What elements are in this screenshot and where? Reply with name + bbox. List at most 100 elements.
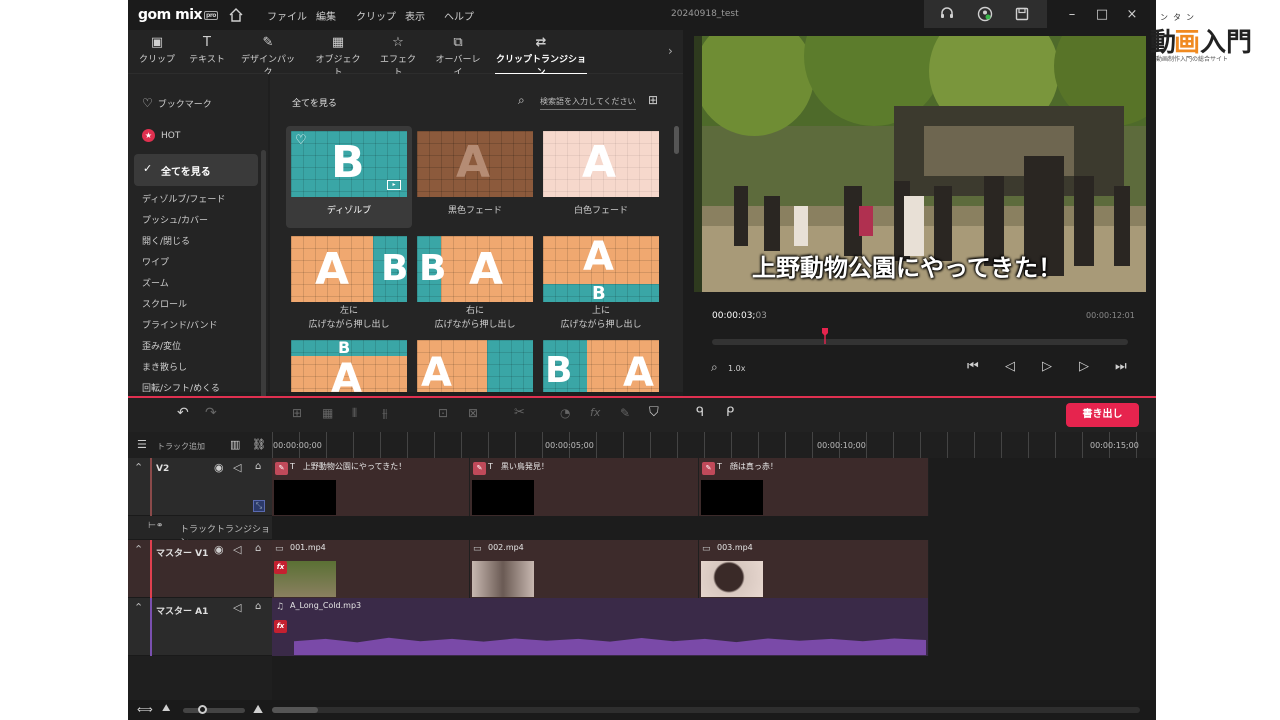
category-item[interactable]: 開く/閉じる: [142, 234, 190, 247]
crop-icon[interactable]: ⊡: [438, 406, 448, 420]
skip-end-icon[interactable]: ⏭: [1115, 359, 1127, 374]
mute-icon[interactable]: ◁: [233, 543, 241, 556]
category-item[interactable]: ディゾルブ/フェード: [142, 192, 225, 205]
collapse-icon[interactable]: ⌃: [134, 601, 143, 614]
save-icon[interactable]: [1014, 6, 1030, 22]
next-frame-icon[interactable]: ▷: [1079, 359, 1089, 374]
prev-frame-icon[interactable]: ◁: [1005, 359, 1015, 374]
speed-icon[interactable]: ◔: [560, 406, 570, 420]
transition-item-dissolve[interactable]: B ♡ ▸ ディゾルブ: [286, 126, 412, 228]
tab-effect[interactable]: ☆ エフェクト: [379, 34, 417, 78]
clip-grid-icon[interactable]: ▦: [322, 406, 333, 420]
menu-clip[interactable]: クリップ: [356, 8, 396, 23]
push-right-thumbnail[interactable]: B A: [417, 236, 533, 302]
wipe-thumbnail[interactable]: A: [417, 340, 533, 392]
tab-overlay[interactable]: ⧉ オーバーレイ: [435, 34, 481, 78]
fit-icon[interactable]: ⟺: [137, 703, 153, 716]
visibility-icon[interactable]: ◉: [214, 461, 224, 474]
lock-icon[interactable]: ⌂: [255, 461, 261, 472]
cover-thumbnail[interactable]: B A: [291, 340, 407, 392]
category-item[interactable]: ワイプ: [142, 255, 169, 268]
category-bookmark[interactable]: ♡ ブックマーク: [142, 96, 212, 110]
add-track-icon[interactable]: ☰: [137, 438, 147, 451]
grid-scrollbar[interactable]: [674, 126, 679, 154]
video-clip[interactable]: ▭ 003.mp4: [699, 540, 929, 598]
zoom-slider-thumb[interactable]: [198, 705, 207, 714]
zoom-slider[interactable]: [183, 708, 245, 713]
search-input[interactable]: 検索語を入力してください。: [540, 96, 636, 110]
undo-icon[interactable]: ↶: [177, 405, 189, 421]
skip-start-icon[interactable]: ⏮: [967, 359, 979, 374]
timeline-scroll-thumb[interactable]: [272, 707, 318, 713]
maximize-icon[interactable]: □: [1094, 7, 1110, 23]
account-icon[interactable]: [977, 6, 993, 22]
video-clip[interactable]: ▭ 002.mp4: [470, 540, 699, 598]
frame-icon[interactable]: ⊠: [468, 406, 478, 420]
category-item[interactable]: まき散らし: [142, 360, 187, 373]
tab-design-pack[interactable]: ✎ デザインパック: [240, 34, 296, 78]
marker-right-icon[interactable]: ᑭ: [726, 405, 734, 420]
category-item[interactable]: プッシュ/カバー: [142, 213, 208, 226]
minimize-icon[interactable]: –: [1064, 7, 1080, 23]
menu-help[interactable]: ヘルプ: [444, 8, 474, 23]
audio-clip[interactable]: ♫ A_Long_Cold.mp3 fx: [272, 598, 929, 656]
bookmark-heart-icon[interactable]: ♡: [295, 133, 307, 148]
menu-edit[interactable]: 編集: [316, 8, 336, 23]
split-icon[interactable]: ⫴: [352, 406, 357, 421]
support-icon[interactable]: [939, 6, 955, 22]
black-fade-thumbnail[interactable]: A: [417, 131, 533, 197]
track-option-icon[interactable]: ⤡: [253, 500, 265, 512]
category-hot[interactable]: ★ HOT: [142, 129, 180, 142]
close-icon[interactable]: ×: [1124, 7, 1140, 23]
track-transition-row[interactable]: ⊢⚭ トラックトランジション: [128, 516, 272, 548]
lock-icon[interactable]: ⌂: [255, 543, 261, 554]
track-settings-icon[interactable]: ▥: [230, 438, 240, 451]
text-clip[interactable]: ✎ T 顔は真っ赤！: [699, 458, 929, 516]
category-item[interactable]: スクロール: [142, 297, 187, 310]
visibility-icon[interactable]: ◉: [214, 543, 224, 556]
search-icon[interactable]: ⌕: [518, 93, 525, 108]
lock-icon[interactable]: ⌂: [255, 601, 261, 612]
menu-file[interactable]: ファイル: [267, 8, 307, 23]
preview-icon[interactable]: ▸: [387, 180, 401, 190]
marker-left-icon[interactable]: ᑫ: [696, 405, 704, 420]
merge-icon[interactable]: ⫵: [382, 406, 388, 421]
pen-icon[interactable]: ✎: [620, 406, 630, 420]
zoom-in-icon[interactable]: ⛰: [253, 702, 263, 717]
timeline-scrollbar[interactable]: [272, 707, 1140, 713]
export-button[interactable]: 書き出し: [1066, 403, 1139, 427]
home-icon[interactable]: [227, 6, 245, 24]
playhead-marker[interactable]: [822, 328, 828, 344]
grid-view-icon[interactable]: ⊞: [648, 93, 658, 107]
add-track-label[interactable]: トラック追加: [157, 441, 205, 452]
category-all[interactable]: ✓ 全てを見る: [134, 154, 258, 186]
fx-icon[interactable]: fx: [590, 406, 600, 419]
zoom-icon[interactable]: ⌕: [711, 360, 718, 375]
mute-icon[interactable]: ◁: [233, 601, 241, 614]
menu-view[interactable]: 表示: [405, 8, 425, 23]
tab-object[interactable]: ▦ オブジェクト: [314, 34, 362, 78]
add-clip-icon[interactable]: ⊞: [292, 406, 302, 420]
shield-icon[interactable]: ⛉: [649, 405, 659, 420]
play-icon[interactable]: ▷: [1042, 359, 1052, 374]
tab-text[interactable]: T テキスト: [189, 34, 225, 72]
cut-icon[interactable]: ✂: [514, 405, 525, 420]
push-up-thumbnail[interactable]: A B: [543, 236, 659, 302]
mute-icon[interactable]: ◁: [233, 461, 241, 474]
video-preview[interactable]: 上野動物公園にやってきた！: [694, 36, 1146, 292]
collapse-icon[interactable]: ⌃: [134, 461, 143, 474]
tabs-next-icon[interactable]: ›: [668, 44, 673, 58]
text-clip[interactable]: ✎ T 黒い鳥発見！: [470, 458, 699, 516]
category-item[interactable]: ブラインド/バンド: [142, 318, 217, 331]
seek-bar[interactable]: [712, 339, 1128, 345]
timeline-ruler[interactable]: ☰ トラック追加 ▥ ⛓ 00:00:00;00 00:00:05;00 00:…: [128, 432, 1156, 458]
redo-icon[interactable]: ↷: [205, 405, 217, 421]
white-fade-thumbnail[interactable]: A: [543, 131, 659, 197]
category-item[interactable]: 歪み/変位: [142, 339, 181, 352]
split-thumbnail[interactable]: B A: [543, 340, 659, 392]
link-icon[interactable]: ⛓: [252, 438, 266, 451]
text-clip[interactable]: ✎ T 上野動物公園にやってきた！: [272, 458, 470, 516]
tab-clip-transition[interactable]: ⇄ クリップトランジション: [495, 34, 587, 78]
zoom-level[interactable]: 1.0x: [728, 364, 745, 373]
push-left-thumbnail[interactable]: A B: [291, 236, 407, 302]
